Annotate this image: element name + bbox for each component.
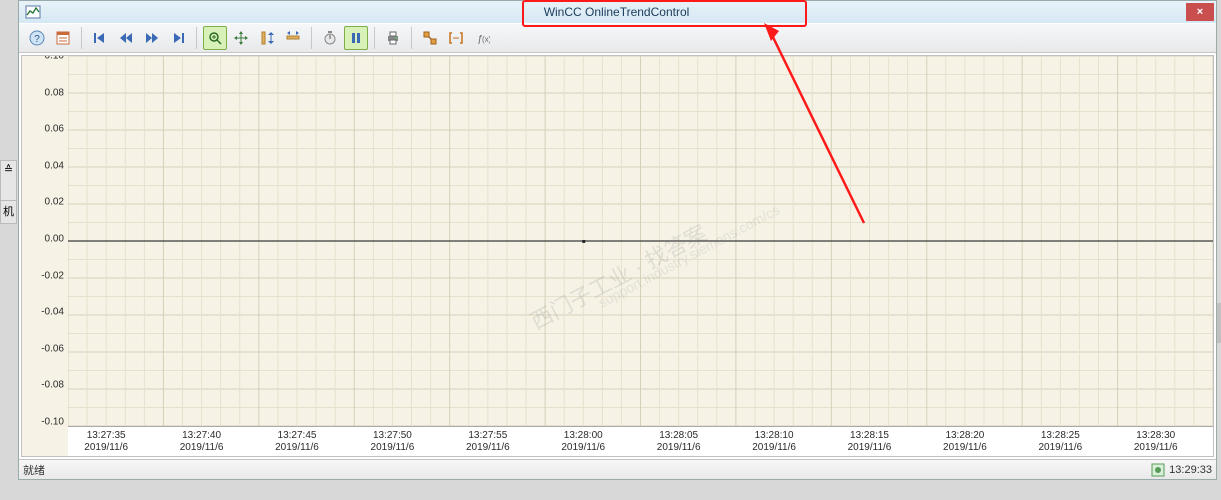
toolbar: ? ƒ(x) [19,23,1216,53]
x-tick-label: 13:27:402019/11/6 [180,427,224,454]
rewind-button[interactable] [114,26,138,50]
chart-grid [68,56,1213,426]
x-tick-label: 13:27:352019/11/6 [84,427,128,454]
x-tick-label: 13:28:152019/11/6 [848,427,892,454]
y-tick-label: -0.08 [41,380,64,391]
fx-button[interactable]: ƒ(x) [470,26,494,50]
y-tick-label: 0.00 [45,234,64,245]
x-tick-label: 13:28:052019/11/6 [657,427,701,454]
x-axis-labels: 13:27:352019/11/6 13:27:402019/11/6 13:27:… [68,426,1213,456]
statusbar: 就绪 13:29:33 [19,459,1216,479]
y-tick-label: 0.08 [45,87,64,98]
first-button[interactable] [88,26,112,50]
stopwatch-button[interactable] [318,26,342,50]
pause-button[interactable] [344,26,368,50]
y-tick-label: -0.10 [41,417,64,428]
connect-button[interactable] [418,26,442,50]
x-tick-label: 13:28:202019/11/6 [943,427,987,454]
background-fragment [1217,303,1221,343]
background-fragment: 机 [0,200,17,224]
help-button[interactable]: ? [25,26,49,50]
y-tick-label: -0.06 [41,343,64,354]
trend-control-window: WinCC OnlineTrendControl × ? ƒ(x) 0.100.… [18,0,1217,480]
svg-text:(x): (x) [482,35,490,44]
status-ready: 就绪 [23,462,45,478]
forward-button[interactable] [140,26,164,50]
y-tick-label: 0.04 [45,160,64,171]
x-tick-label: 13:28:002019/11/6 [561,427,605,454]
y-tick-label: -0.02 [41,270,64,281]
y-axis-labels: 0.10 0.08 0.06 0.04 0.02 0.00 -0.02 -0.04 -0.06 -… [22,56,68,422]
x-tick-label: 13:28:252019/11/6 [1038,427,1082,454]
x-tick-label: 13:27:502019/11/6 [371,427,415,454]
range-button[interactable] [444,26,468,50]
x-tick-label: 13:27:552019/11/6 [466,427,510,454]
status-connection-icon [1151,463,1165,477]
close-button[interactable]: × [1186,3,1214,21]
zoom-x-button[interactable] [281,26,305,50]
x-tick-label: 13:28:302019/11/6 [1134,427,1178,454]
chart-area[interactable]: 0.10 0.08 0.06 0.04 0.02 0.00 -0.02 -0.04 -0.06 -… [21,55,1214,457]
y-tick-label: 0.10 [45,55,64,62]
x-tick-label: 13:28:102019/11/6 [752,427,796,454]
y-tick-label: 0.06 [45,124,64,135]
last-button[interactable] [166,26,190,50]
app-icon [25,4,41,20]
y-tick-label: 0.02 [45,197,64,208]
svg-text:?: ? [34,34,40,45]
zoom-button[interactable] [203,26,227,50]
titlebar[interactable]: WinCC OnlineTrendControl × [19,1,1216,23]
background-fragment [20,482,1217,500]
x-tick-label: 13:27:452019/11/6 [275,427,319,454]
move-button[interactable] [229,26,253,50]
zoom-y-button[interactable] [255,26,279,50]
window-title: WinCC OnlineTrendControl [47,5,1186,19]
status-clock: 13:29:33 [1169,464,1212,476]
y-tick-label: -0.04 [41,307,64,318]
print-button[interactable] [381,26,405,50]
config-button[interactable] [51,26,75,50]
